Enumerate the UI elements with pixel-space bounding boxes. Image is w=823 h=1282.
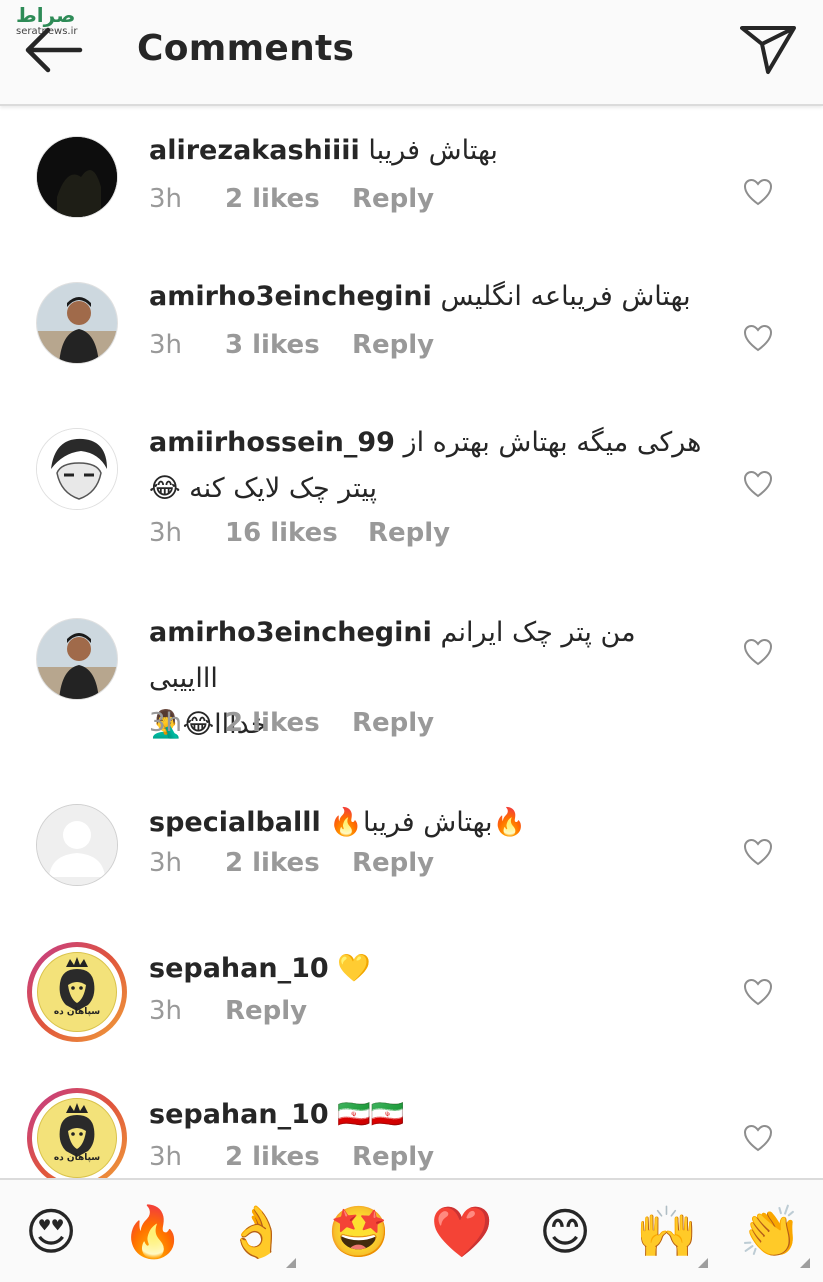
lion-crest-avatar: سپاهان ده xyxy=(37,1098,117,1178)
comment-username[interactable]: sepahan_10 xyxy=(149,1099,329,1130)
comment-body: هرکی میگه بهتاش بهتره از xyxy=(403,427,702,458)
comments-list[interactable]: alirezakashiiii بهتاش فریبا 3h 2 likes R… xyxy=(0,106,823,1178)
comment-username[interactable]: sepahan_10 xyxy=(149,953,329,984)
comment-time: 3h xyxy=(149,184,183,214)
send-icon[interactable] xyxy=(740,24,796,76)
reply-button[interactable]: Reply xyxy=(352,708,434,738)
heart-icon[interactable] xyxy=(743,178,773,206)
avatar[interactable] xyxy=(36,282,118,364)
comment-text: sepahan_10 💛 xyxy=(149,946,709,992)
emoji-raising-hands[interactable]: 🙌 xyxy=(632,1202,702,1262)
corner-marker xyxy=(698,1258,708,1268)
comment-body: 💛 xyxy=(337,953,371,984)
comment-time: 3h xyxy=(149,848,183,878)
comment-text: sepahan_10 🇮🇷🇮🇷 xyxy=(149,1092,709,1138)
comment-username[interactable]: amirho3einchegini xyxy=(149,281,432,312)
comment-likes[interactable]: 3 likes xyxy=(225,330,320,360)
comment-body: بهتاش فریباعه انگلیس xyxy=(440,281,691,312)
comment-username[interactable]: alirezakashiiii xyxy=(149,135,360,166)
emoji-smile[interactable]: 😊 xyxy=(530,1202,600,1262)
heart-icon[interactable] xyxy=(743,1124,773,1152)
heart-icon[interactable] xyxy=(743,638,773,666)
corner-marker xyxy=(800,1258,810,1268)
header-bar: صراط seratnews.ir Comments xyxy=(0,0,823,106)
comment-text: alirezakashiiii بهتاش فریبا xyxy=(149,128,709,174)
comment-username[interactable]: specialballl xyxy=(149,807,321,838)
comment-time: 3h xyxy=(149,1142,183,1172)
avatar[interactable] xyxy=(36,804,118,886)
comment-username[interactable]: amirho3einchegini xyxy=(149,617,432,648)
heart-icon[interactable] xyxy=(743,470,773,498)
comment-time: 3h xyxy=(149,330,183,360)
comment-body: بهتاش فریبا xyxy=(368,135,498,166)
comment-time: 3h xyxy=(149,996,183,1026)
emoji-quick-bar: 😍 🔥 👌 🤩 ❤️ 😊 🙌 👏 xyxy=(0,1178,823,1282)
reply-button[interactable]: Reply xyxy=(368,518,450,548)
reply-button[interactable]: Reply xyxy=(352,848,434,878)
page-title: Comments xyxy=(137,28,355,69)
heart-icon[interactable] xyxy=(743,324,773,352)
back-arrow-icon[interactable] xyxy=(22,24,86,76)
comment-body-line2: پیتر چک لایک کنه 😂 xyxy=(149,473,377,504)
emoji-star-struck[interactable]: 🤩 xyxy=(324,1202,394,1262)
comment-likes[interactable]: 16 likes xyxy=(225,518,338,548)
comment-likes[interactable]: 2 likes xyxy=(225,1142,320,1172)
comment-text: specialballl 🔥بهتاش فریبا🔥 xyxy=(149,800,709,846)
comment-time: 3h xyxy=(149,708,183,738)
reply-button[interactable]: Reply xyxy=(352,1142,434,1172)
heart-icon[interactable] xyxy=(743,978,773,1006)
reply-button[interactable]: Reply xyxy=(352,330,434,360)
emoji-heart-eyes[interactable]: 😍 xyxy=(16,1202,86,1262)
comment-text: amirho3einchegini بهتاش فریباعه انگلیس xyxy=(149,274,709,320)
watermark-logo: صراط xyxy=(16,3,76,27)
comment-time: 3h xyxy=(149,518,183,548)
reply-button[interactable]: Reply xyxy=(225,996,307,1026)
emoji-ok-hand[interactable]: 👌 xyxy=(222,1202,292,1262)
avatar[interactable] xyxy=(36,618,118,700)
avatar-caption: سپاهان ده xyxy=(53,1007,101,1017)
avatar[interactable] xyxy=(36,136,118,218)
comment-body: 🇮🇷🇮🇷 xyxy=(337,1099,405,1130)
comment-likes[interactable]: 2 likes xyxy=(225,848,320,878)
lion-crest-avatar: سپاهان ده xyxy=(37,952,117,1032)
emoji-fire[interactable]: 🔥 xyxy=(118,1202,188,1262)
heart-icon[interactable] xyxy=(743,838,773,866)
emoji-clapping[interactable]: 👏 xyxy=(736,1202,806,1262)
avatar[interactable] xyxy=(36,428,118,510)
corner-marker xyxy=(286,1258,296,1268)
reply-button[interactable]: Reply xyxy=(352,184,434,214)
comment-likes[interactable]: 2 likes xyxy=(225,708,320,738)
avatar-story-ring[interactable]: سپاهان ده xyxy=(27,942,127,1042)
comment-text: amiirhossein_99 هرکی میگه بهتاش بهتره از… xyxy=(149,420,709,512)
comment-username[interactable]: amiirhossein_99 xyxy=(149,427,395,458)
comment-body: 🔥بهتاش فریبا🔥 xyxy=(329,807,527,838)
avatar-story-ring[interactable]: سپاهان ده xyxy=(27,1088,127,1178)
emoji-red-heart[interactable]: ❤️ xyxy=(427,1202,497,1262)
avatar-caption: سپاهان ده xyxy=(53,1153,101,1163)
comment-likes[interactable]: 2 likes xyxy=(225,184,320,214)
